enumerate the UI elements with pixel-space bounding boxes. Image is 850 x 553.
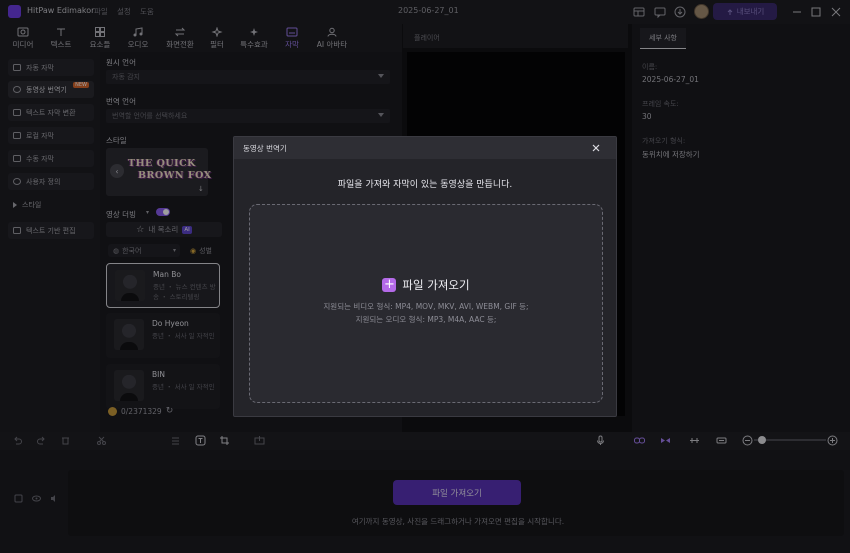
file-drop-zone[interactable]: + 파일 가져오기 지원되는 비디오 형식: MP4, MOV, MKV, AV… <box>249 204 603 403</box>
video-formats-text: 지원되는 비디오 형식: MP4, MOV, MKV, AVI, WEBM, G… <box>323 302 529 311</box>
dialog-title: 동영상 번역기 <box>243 144 287 153</box>
dialog-close-icon[interactable] <box>590 142 602 154</box>
dialog-heading: 파일을 가져와 자막이 있는 동영상을 만듭니다. <box>337 180 513 190</box>
video-translator-dialog: 동영상 번역기 파일을 가져와 자막이 있는 동영상을 만듭니다. + 파일 가… <box>233 136 617 417</box>
audio-formats-text: 지원되는 오디오 형식: MP3, M4A, AAC 등; <box>355 315 497 324</box>
plus-icon: + <box>382 277 397 292</box>
import-file-button[interactable]: + 파일 가져오기 <box>250 277 602 293</box>
import-file-label: 파일 가져오기 <box>402 278 470 292</box>
dialog-header: 동영상 번역기 <box>234 137 616 159</box>
